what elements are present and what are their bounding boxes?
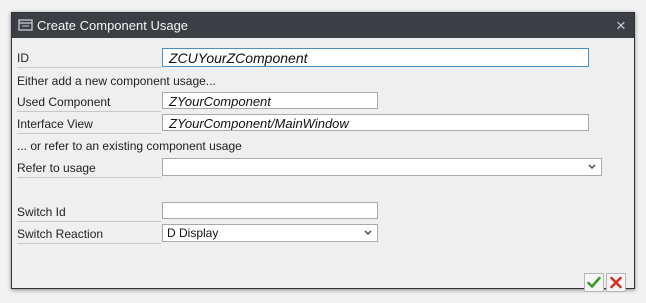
interface-view-label: Interface View (17, 115, 161, 134)
hint-new-usage: Either add a new component usage... (17, 74, 216, 88)
confirm-button[interactable] (584, 273, 604, 292)
refer-to-usage-label: Refer to usage (17, 159, 161, 178)
chevron-down-icon (364, 230, 372, 235)
id-label: ID (17, 49, 161, 68)
switch-reaction-select[interactable]: D Display (162, 224, 378, 242)
chevron-down-icon (588, 164, 596, 169)
close-icon: × (616, 16, 626, 35)
dialog-title: Create Component Usage (37, 18, 189, 33)
used-component-input[interactable]: ZYourComponent (162, 92, 378, 109)
cross-icon (610, 276, 622, 289)
switch-id-input[interactable] (162, 202, 378, 219)
id-input[interactable]: ZCUYourZComponent (162, 48, 589, 67)
switch-reaction-label: Switch Reaction (17, 225, 161, 244)
switch-id-label: Switch Id (17, 203, 161, 222)
refer-to-usage-select[interactable] (162, 158, 602, 176)
titlebar: Create Component Usage × (12, 13, 634, 38)
close-button[interactable]: × (611, 16, 631, 36)
interface-view-input[interactable]: ZYourComponent/MainWindow (162, 114, 589, 131)
create-component-usage-dialog: Create Component Usage × ID ZCUYourZComp… (11, 12, 635, 292)
cancel-button[interactable] (606, 273, 626, 292)
used-component-label: Used Component (17, 93, 161, 112)
checkmark-icon (587, 276, 601, 288)
hint-existing-usage: ... or refer to an existing component us… (17, 139, 242, 153)
dialog-window-icon (18, 19, 33, 31)
dialog-content: ID ZCUYourZComponent Either add a new co… (12, 38, 634, 292)
switch-reaction-value: D Display (167, 226, 219, 240)
